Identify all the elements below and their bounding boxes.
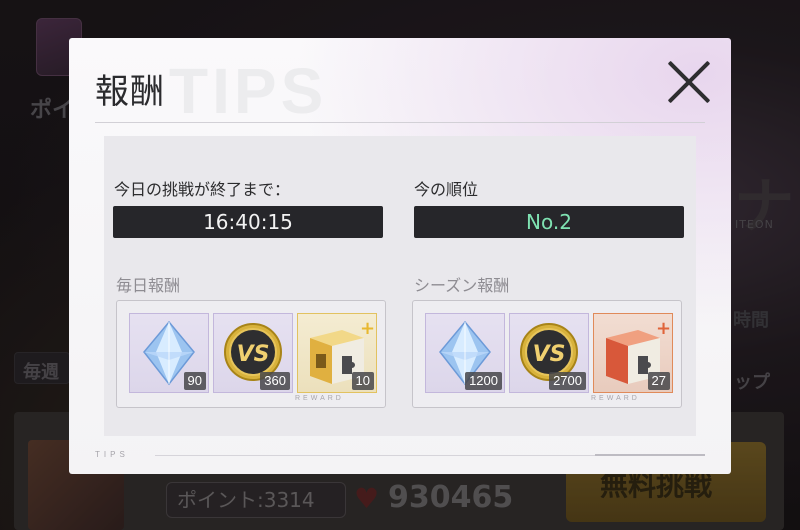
daily-reward-caption: REWARD	[295, 395, 344, 402]
season-crystal-count: 1200	[465, 372, 502, 390]
season-reward-label: シーズン報酬	[414, 276, 510, 295]
modal-title: 報酬	[95, 72, 165, 112]
daily-reward-crystal[interactable]: 90	[129, 313, 209, 393]
title-divider	[95, 122, 705, 123]
season-reward-puzzle-box[interactable]: + 27	[593, 313, 673, 393]
season-reward-vs-coin[interactable]: VS 2700	[509, 313, 589, 393]
daily-reward-box: 90 VS 360 + 10 REWARD	[116, 300, 386, 408]
rank-label: 今の順位	[414, 180, 479, 199]
daily-puzzle-box-count: 10	[351, 372, 374, 390]
svg-text:+: +	[656, 318, 671, 339]
rank-value: No.2	[414, 206, 684, 238]
reward-modal: TIPS 報酬 今日の挑戦が終了まで： 16:40:15 今の順位 No.2 毎…	[69, 38, 731, 474]
daily-reward-puzzle-box[interactable]: + 10	[297, 313, 377, 393]
season-reward-crystal[interactable]: 1200	[425, 313, 505, 393]
daily-vs-coin-count: 360	[260, 372, 290, 390]
tips-watermark: TIPS	[169, 55, 328, 127]
countdown-label: 今日の挑戦が終了まで：	[114, 180, 291, 199]
countdown-value: 16:40:15	[113, 206, 383, 238]
season-reward-caption: REWARD	[591, 395, 640, 402]
tips-label: TIPS	[95, 450, 129, 459]
close-icon[interactable]	[663, 56, 715, 108]
daily-reward-label: 毎日報酬	[116, 276, 181, 295]
tips-divider-accent	[595, 454, 705, 456]
season-vs-coin-count: 2700	[549, 372, 586, 390]
season-puzzle-box-count: 27	[647, 372, 670, 390]
reward-content-panel: 今日の挑戦が終了まで： 16:40:15 今の順位 No.2 毎日報酬 90 V…	[104, 136, 696, 436]
daily-crystal-count: 90	[183, 372, 206, 390]
daily-reward-vs-coin[interactable]: VS 360	[213, 313, 293, 393]
svg-text:+: +	[360, 318, 375, 339]
svg-text:VS: VS	[533, 342, 566, 367]
svg-text:VS: VS	[237, 342, 270, 367]
season-reward-box: 1200 VS 2700 + 27 REWARD	[412, 300, 682, 408]
